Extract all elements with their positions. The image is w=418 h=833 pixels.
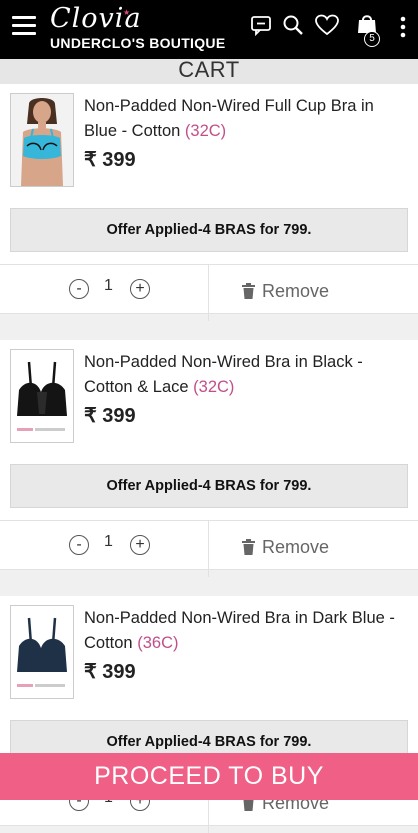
store-name: UNDERCLO'S BOUTIQUE [50,35,226,51]
product-price: ₹ 399 [84,405,136,427]
product-image[interactable] [10,349,74,443]
cart-item: Non-Padded Non-Wired Bra in Black - Cott… [0,340,418,577]
menu-icon[interactable] [12,16,36,36]
overflow-menu-icon[interactable] [400,16,406,43]
quantity-value: 1 [104,277,113,294]
product-name[interactable]: Non-Padded Non-Wired Bra in Black - Cott… [84,350,406,400]
quantity-stepper: - 1 + [0,265,209,321]
trash-icon [242,539,255,560]
product-image[interactable] [10,605,74,699]
product-size: (36C) [137,634,179,652]
cart-title-bar: CART [0,59,418,84]
chat-icon[interactable] [250,14,272,41]
offer-banner: Offer Applied-4 BRAS for 799. [10,464,408,508]
trash-icon [242,283,255,304]
cart-count-badge: 5 [364,31,380,47]
product-name[interactable]: Non-Padded Non-Wired Full Cup Bra in Blu… [84,94,406,144]
product-price: ₹ 399 [84,661,136,683]
remove-button[interactable]: Remove [242,281,329,302]
wishlist-heart-icon[interactable] [315,14,339,41]
item-actions: - 1 + Remove [0,264,418,321]
item-actions: - 1 + Remove [0,520,418,577]
product-name[interactable]: Non-Padded Non-Wired Bra in Dark Blue - … [84,606,406,656]
logo-star-icon: ★ [123,8,131,17]
proceed-to-buy-button[interactable]: PROCEED TO BUY [0,753,418,800]
product-size: (32C) [184,122,227,140]
increase-qty-button[interactable]: + [130,279,150,299]
product-image[interactable] [10,93,74,187]
app-header: Clovia ★ UNDERCLO'S BOUTIQUE 5 [0,0,418,59]
cart-item: Non-Padded Non-Wired Full Cup Bra in Blu… [0,84,418,321]
decrease-qty-button[interactable]: - [69,535,89,555]
quantity-stepper: - 1 + [0,521,209,577]
increase-qty-button[interactable]: + [130,535,150,555]
search-icon[interactable] [282,14,304,41]
product-size: (32C) [193,378,235,396]
product-price: ₹ 399 [84,149,136,171]
page-title: CART [178,57,240,82]
remove-button[interactable]: Remove [242,537,329,558]
decrease-qty-button[interactable]: - [69,279,89,299]
offer-banner: Offer Applied-4 BRAS for 799. [10,208,408,252]
quantity-value: 1 [104,533,113,550]
